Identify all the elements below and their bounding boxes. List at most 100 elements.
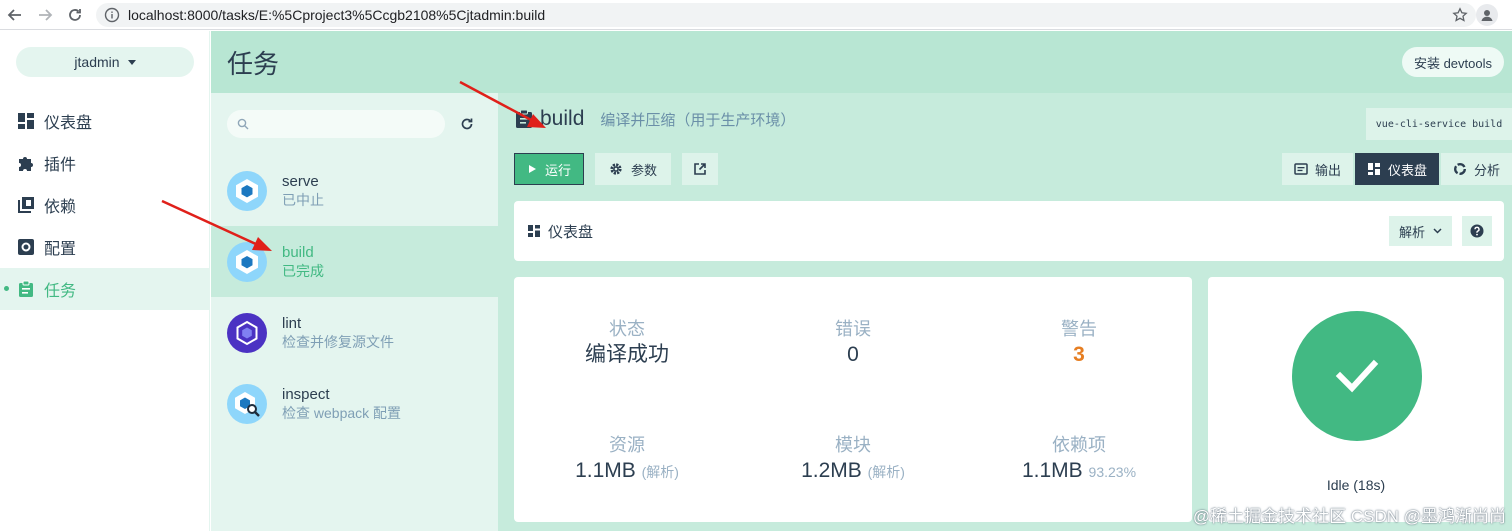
stat-value: 1.2MB [801, 459, 862, 482]
stat-hint: (解析) [641, 464, 679, 480]
stat-status: 状态 编译成功 [514, 317, 740, 369]
refresh-icon[interactable] [457, 114, 477, 134]
task-list: serve 已中止 build 已完成 lint 检查并修复源文件 inspec… [211, 155, 498, 439]
stat-value-row: 1.1MB (解析) [514, 457, 740, 486]
dashboard-title-text: 仪表盘 [548, 223, 594, 241]
profile-avatar-icon[interactable] [1476, 4, 1498, 26]
view-tabs: 输出 仪表盘 分析 [1280, 153, 1512, 185]
back-arrow-icon[interactable] [0, 0, 30, 30]
install-devtools-button[interactable]: 安装 devtools [1401, 47, 1504, 77]
task-params-button[interactable]: 参数 [595, 153, 672, 185]
task-name: lint [282, 314, 302, 332]
stat-value: 1.1MB [1021, 459, 1083, 482]
task-text: serve 已中止 [282, 172, 324, 210]
task-text: lint 检查并修复源文件 [282, 314, 394, 352]
run-task-button[interactable]: 运行 [514, 153, 585, 185]
task-title: build [540, 107, 585, 130]
task-description: 编译并压缩（用于生产环境） [600, 112, 796, 129]
sidebar-item-dependencies[interactable]: 依赖 [0, 184, 210, 226]
sidebar-item-label: 依赖 [44, 199, 77, 216]
tab-dashboard[interactable]: 仪表盘 [1354, 153, 1439, 185]
sidebar-item-plugins[interactable]: 插件 [0, 142, 210, 184]
task-detail-content: build 编译并压缩（用于生产环境） vue-cli-service buil… [498, 93, 1512, 531]
open-in-new-icon [694, 163, 706, 175]
params-label: 参数 [631, 162, 658, 178]
tab-output[interactable]: 输出 [1281, 153, 1353, 185]
sidebar-item-dashboard[interactable]: 仪表盘 [0, 100, 210, 142]
build-status-card: Idle (18s) [1208, 277, 1504, 522]
task-item-inspect[interactable]: inspect 检查 webpack 配置 [211, 368, 498, 439]
stat-modules: 模块 1.2MB (解析) [740, 433, 966, 486]
search-icon [237, 118, 249, 130]
page-header: 任务 安装 devtools [211, 31, 1512, 93]
sidebar-item-label: 任务 [44, 283, 77, 300]
success-indicator [1292, 311, 1422, 441]
sidebar-item-label: 配置 [44, 241, 77, 258]
project-name: jtadmin [74, 54, 120, 70]
task-status: 检查并修复源文件 [282, 333, 394, 350]
stat-dependencies: 依赖项 1.1MB 93.23% [966, 433, 1192, 486]
puzzle-icon [16, 153, 36, 173]
caret-down-icon [127, 59, 136, 65]
analyze-select-value: 解析 [1398, 224, 1425, 240]
open-external-button[interactable] [682, 153, 719, 185]
library-icon [16, 195, 36, 215]
bookmark-star-icon[interactable] [1452, 6, 1468, 23]
browser-toolbar: localhost:8000/tasks/E:%5Cproject3%5Ccgb… [0, 0, 1512, 30]
stat-label: 资源 [609, 435, 645, 455]
stat-label: 警告 [1061, 319, 1097, 339]
run-label: 运行 [545, 162, 572, 178]
tab-label: 输出 [1314, 162, 1341, 178]
page-title: 任务 [227, 48, 280, 79]
dashboard-icon [16, 111, 36, 131]
sidebar-nav: 仪表盘 插件 依赖 配置 任务 [0, 100, 210, 310]
eslint-icon [227, 312, 267, 353]
stat-value: 0 [847, 343, 859, 366]
dashboard-icon [528, 225, 540, 237]
info-icon[interactable] [104, 7, 120, 23]
sidebar-item-label: 插件 [44, 157, 77, 174]
task-search-row [227, 109, 487, 139]
build-stats-card: 状态 编译成功 错误 0 警告 3 资源 1.1MB (解析) 模块 1.2MB… [514, 277, 1192, 522]
stat-value: 3 [1073, 343, 1085, 366]
stat-errors: 错误 0 [740, 317, 966, 369]
stat-label: 模块 [835, 435, 871, 455]
task-search-input[interactable] [255, 116, 435, 132]
stat-value-row: 1.2MB (解析) [740, 457, 966, 486]
stat-label: 依赖项 [1052, 435, 1106, 455]
task-header: build 编译并压缩（用于生产环境） [514, 107, 795, 131]
task-item-build[interactable]: build 已完成 [211, 226, 498, 297]
watermark-text: @稀土掘金技术社区 CSDN @墨鸿渐尚尚 [1192, 507, 1506, 526]
sidebar-item-label: 仪表盘 [44, 115, 93, 132]
assignment-icon [516, 109, 532, 128]
task-item-serve[interactable]: serve 已中止 [211, 155, 498, 226]
project-selector[interactable]: jtadmin [16, 47, 194, 77]
sidebar-item-tasks[interactable]: 任务 [0, 268, 210, 310]
settings-icon [16, 237, 36, 257]
donut-icon [1453, 162, 1466, 176]
main-sidebar: jtadmin 仪表盘 插件 依赖 配置 任务 [0, 31, 210, 531]
webpack-inspect-icon [227, 383, 267, 424]
task-name: serve [282, 172, 319, 190]
help-button[interactable] [1462, 216, 1492, 246]
task-status: 已中止 [282, 191, 324, 208]
sidebar-item-config[interactable]: 配置 [0, 226, 210, 268]
task-name: build [282, 243, 314, 261]
task-status: 检查 webpack 配置 [282, 404, 402, 421]
task-item-lint[interactable]: lint 检查并修复源文件 [211, 297, 498, 368]
tab-analyze[interactable]: 分析 [1440, 153, 1512, 185]
forward-arrow-icon[interactable] [30, 0, 60, 30]
address-bar[interactable]: localhost:8000/tasks/E:%5Cproject3%5Ccgb… [96, 2, 1476, 27]
help-icon [1470, 224, 1484, 238]
stat-label: 错误 [835, 319, 871, 339]
dashboard-icon [1367, 163, 1380, 175]
analyze-mode-select[interactable]: 解析 [1388, 216, 1452, 246]
stat-hint: 93.23% [1088, 464, 1137, 480]
play-icon [529, 165, 536, 173]
tab-label: 分析 [1473, 162, 1500, 178]
task-toolbar: 运行 参数 [514, 153, 719, 185]
task-list-panel: serve 已中止 build 已完成 lint 检查并修复源文件 inspec… [211, 93, 498, 531]
task-search-box[interactable] [227, 110, 445, 138]
stat-value: 编译成功 [585, 343, 669, 366]
reload-icon[interactable] [60, 0, 90, 30]
